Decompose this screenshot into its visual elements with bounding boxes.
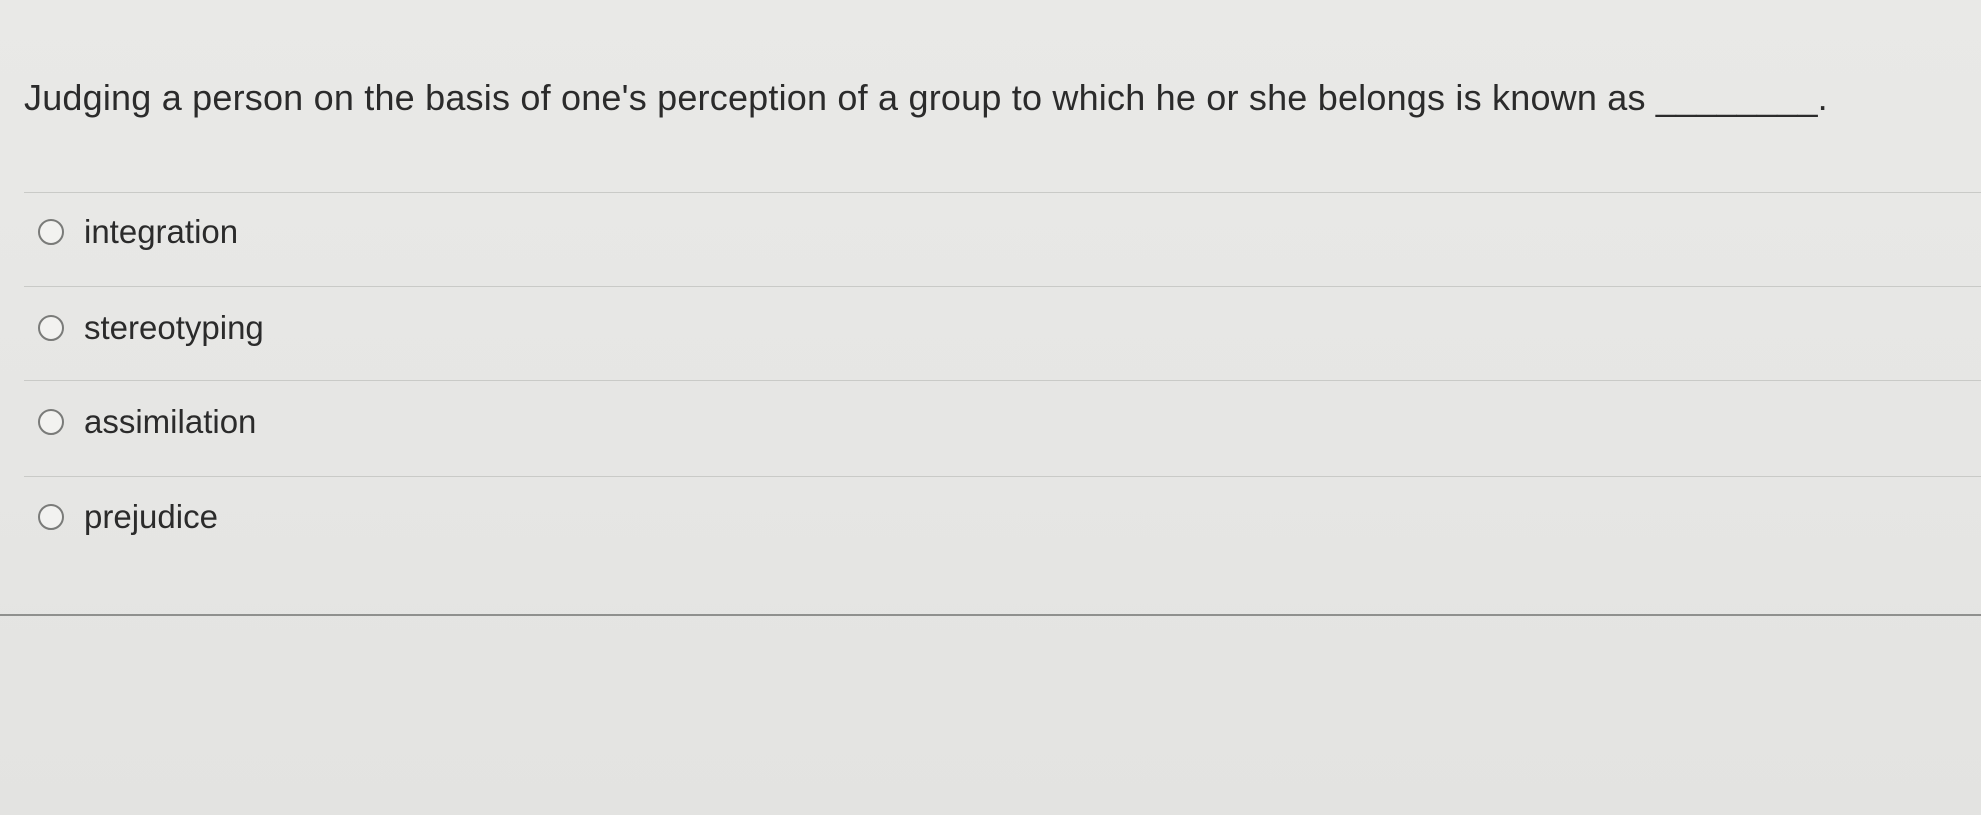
option-label: integration: [84, 213, 239, 250]
option-label: stereotyping: [84, 309, 264, 346]
divider: [24, 476, 1981, 477]
question-text: Judging a person on the basis of one's p…: [24, 77, 1828, 118]
divider: [24, 380, 1981, 381]
answer-option-assimilation[interactable]: assimilation: [38, 398, 256, 446]
radio-button[interactable]: [38, 315, 64, 341]
section-divider: [0, 614, 1981, 616]
divider: [24, 286, 1981, 287]
option-label: assimilation: [84, 403, 257, 440]
divider: [24, 192, 1981, 193]
answer-option-prejudice[interactable]: prejudice: [38, 493, 218, 541]
radio-button[interactable]: [38, 504, 64, 530]
radio-button[interactable]: [38, 219, 64, 245]
answer-option-integration[interactable]: integration: [38, 208, 238, 256]
question-card: Judging a person on the basis of one's p…: [0, 0, 1981, 620]
radio-button[interactable]: [38, 409, 64, 435]
option-label: prejudice: [84, 498, 218, 535]
answer-option-stereotyping[interactable]: stereotyping: [38, 304, 264, 352]
